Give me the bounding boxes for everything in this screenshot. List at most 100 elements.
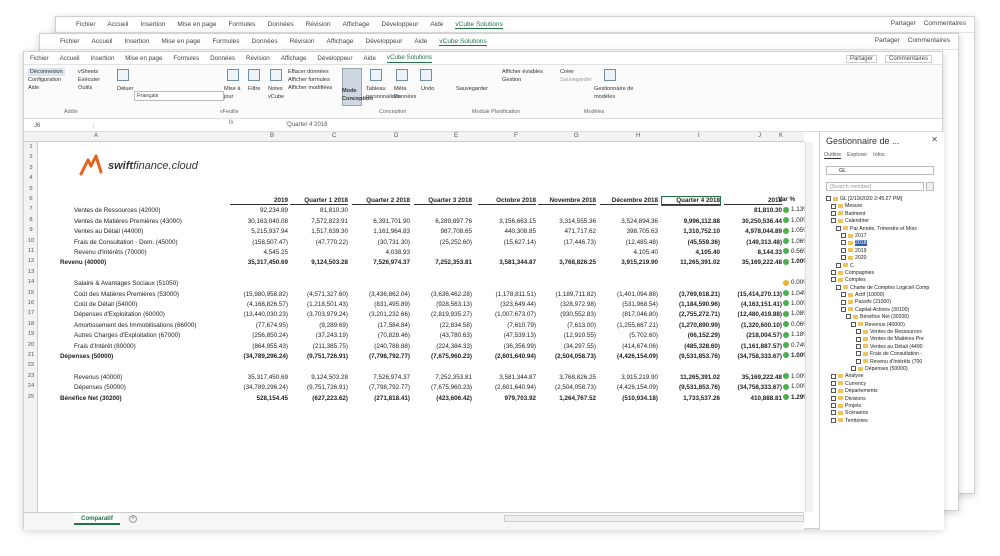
horizontal-scrollbar[interactable] — [504, 515, 804, 522]
menu-tab[interactable]: Mise en page — [177, 21, 216, 28]
menu-tab[interactable]: Aide — [414, 38, 427, 45]
cell-value[interactable]: 92,234.89 — [230, 207, 288, 214]
tree-item-label[interactable]: Départements — [845, 388, 878, 394]
cell-value[interactable]: 5,215,937.94 — [230, 228, 288, 235]
cell-value[interactable]: (2,504,058.73) — [538, 384, 596, 391]
cell-value[interactable]: (12,910.55) — [538, 332, 596, 339]
tree-item-label[interactable]: Par Année, Trimestre et Mois — [850, 226, 917, 232]
cell-value[interactable]: (17,446.73) — [538, 239, 596, 246]
cell-value[interactable]: (1,218,501.43) — [290, 301, 348, 308]
row-label[interactable]: Frais d'Intérêt (80000) — [74, 343, 136, 350]
tree-item[interactable]: Dépenses (50000) — [826, 366, 938, 373]
cell-value[interactable]: (328,972.98) — [538, 301, 596, 308]
cell-value[interactable]: 81,810.30 — [724, 207, 782, 214]
cell-value[interactable]: (70,828.46) — [352, 332, 410, 339]
column-title[interactable]: Quarter 2 2018 — [352, 197, 410, 205]
expand-icon[interactable] — [831, 210, 836, 216]
cell-value[interactable]: 410,888.81 — [724, 395, 782, 402]
cell-value[interactable]: 30,250,536.44 — [724, 218, 782, 225]
row-label[interactable]: Revenu (40000) — [60, 259, 106, 266]
row-label[interactable]: Revenus (40000) — [74, 374, 122, 381]
row-header[interactable]: 25 — [24, 394, 38, 400]
cell-value[interactable]: (1,270,890.99) — [662, 322, 720, 329]
row-label[interactable]: Bénéfice Net (30200) — [60, 395, 122, 402]
row-label[interactable]: Frais de Consultation - Dom. (45000) — [74, 239, 178, 246]
tree-item-label[interactable]: Charte de Comptes Logiciel Comp — [850, 285, 929, 291]
meta-icon[interactable] — [396, 69, 408, 81]
cell-value[interactable]: (15,980,958.82) — [230, 291, 288, 298]
cell-value[interactable]: 1,733,537.26 — [662, 395, 720, 402]
expand-icon[interactable] — [856, 351, 861, 357]
column-title[interactable]: Quarter 1 2018 — [290, 197, 348, 205]
row-label[interactable]: Dépenses (50000) — [74, 384, 126, 391]
cell-value[interactable]: (15,414,270.13) — [724, 291, 782, 298]
column-header[interactable]: A — [94, 133, 98, 139]
row-label[interactable]: Dépenses d'Exploitation (60000) — [74, 311, 165, 318]
column-title[interactable]: Quarter 3 2018 — [414, 197, 472, 205]
cell-value[interactable]: 3,581,344.87 — [478, 259, 536, 266]
cell-value[interactable]: (4,571,327.60) — [290, 291, 348, 298]
tree-item[interactable]: Revenus (40000) — [826, 322, 938, 329]
tree-item-label[interactable]: Scénarios — [845, 410, 868, 416]
cell-value[interactable]: (323,649.44) — [478, 301, 536, 308]
cell-value[interactable]: 3,915,219.90 — [600, 374, 658, 381]
cell-value[interactable]: (36,356.99) — [478, 343, 536, 350]
row-header[interactable]: 7 — [24, 206, 38, 212]
menu-tab-accueil[interactable]: Accueil — [60, 55, 80, 62]
menu-tab[interactable]: Formules — [228, 21, 255, 28]
cell-value[interactable]: 6,391,701.90 — [352, 218, 410, 225]
cell-value[interactable]: (9,289.69) — [290, 322, 348, 329]
expand-icon[interactable] — [856, 343, 861, 349]
cell-value[interactable]: (256,850.24) — [230, 332, 288, 339]
cell-value[interactable]: (2,504,058.73) — [538, 353, 596, 360]
cell-value[interactable]: (77,674.95) — [230, 322, 288, 329]
row-header[interactable]: 21 — [24, 352, 38, 358]
expand-icon[interactable] — [846, 314, 851, 320]
cell-value[interactable]: (7,798,792.77) — [352, 353, 410, 360]
cell-value[interactable]: (45,559.36) — [662, 239, 720, 246]
tree-item[interactable]: Revenu d'Intérêts (700 — [826, 359, 938, 366]
selected-cell[interactable]: Quarter 4 2018 — [661, 196, 721, 206]
cell-value[interactable]: 4,105.40 — [662, 249, 720, 256]
cell-value[interactable]: (4,426,154.09) — [600, 353, 658, 360]
cell-value[interactable]: (531,968.54) — [600, 301, 658, 308]
expand-icon[interactable] — [851, 321, 856, 327]
tree-item-label[interactable]: Revenus (40000) — [865, 322, 905, 328]
menu-tab-révision[interactable]: Révision — [246, 55, 270, 62]
cell-value[interactable]: (34,297.55) — [538, 343, 596, 350]
row-header[interactable]: 1 — [24, 144, 38, 150]
cell-value[interactable]: 471,717.62 — [538, 228, 596, 235]
menu-tab-fichier[interactable]: Fichier — [30, 55, 49, 62]
gestion-button[interactable]: Gestion — [502, 76, 543, 84]
cube-select[interactable]: GL — [826, 166, 934, 175]
row-header[interactable]: 23 — [24, 373, 38, 379]
tree-item[interactable]: Par Année, Trimestre et Mois — [826, 226, 938, 233]
menu-tab-formules[interactable]: Formules — [173, 55, 199, 62]
cell-value[interactable]: 979,703.92 — [478, 395, 536, 402]
language-select[interactable]: Français — [134, 91, 224, 101]
row-header[interactable]: 11 — [24, 248, 38, 254]
tree-item[interactable]: Ventes au Détail (4400 — [826, 344, 938, 351]
column-header[interactable]: D — [394, 133, 398, 139]
menu-tab[interactable]: Mise en page — [161, 38, 200, 45]
cell-value[interactable]: (34,789,296.24) — [230, 353, 288, 360]
cell-value[interactable]: 3,768,826.25 — [538, 374, 596, 381]
cell-value[interactable]: (2,755,272.71) — [662, 311, 720, 318]
column-header[interactable]: F — [514, 133, 518, 139]
menu-tab[interactable]: Affichage — [343, 21, 370, 28]
tree-item-label[interactable]: Ventes de Ressources — [870, 329, 922, 335]
cell-value[interactable]: (3,703,979.24) — [290, 311, 348, 318]
expand-icon[interactable] — [831, 403, 836, 409]
row-header[interactable]: 5 — [24, 186, 38, 192]
row-header[interactable]: 12 — [24, 258, 38, 264]
cell-value[interactable]: 35,317,450.69 — [230, 374, 288, 381]
comments-button[interactable]: Commentaires — [884, 55, 932, 63]
cell-value[interactable]: 11,265,391.02 — [662, 259, 720, 266]
column-title[interactable]: 2018 — [724, 197, 782, 205]
cell-value[interactable]: (9,751,726.91) — [290, 384, 348, 391]
row-header[interactable]: 8 — [24, 217, 38, 223]
cell-value[interactable]: (3,636,462.28) — [414, 291, 472, 298]
cell-value[interactable]: 7,526,974.37 — [352, 259, 410, 266]
tree-item-label[interactable]: 2018 — [855, 240, 867, 247]
cell-value[interactable]: (1,320,600.10) — [724, 322, 782, 329]
